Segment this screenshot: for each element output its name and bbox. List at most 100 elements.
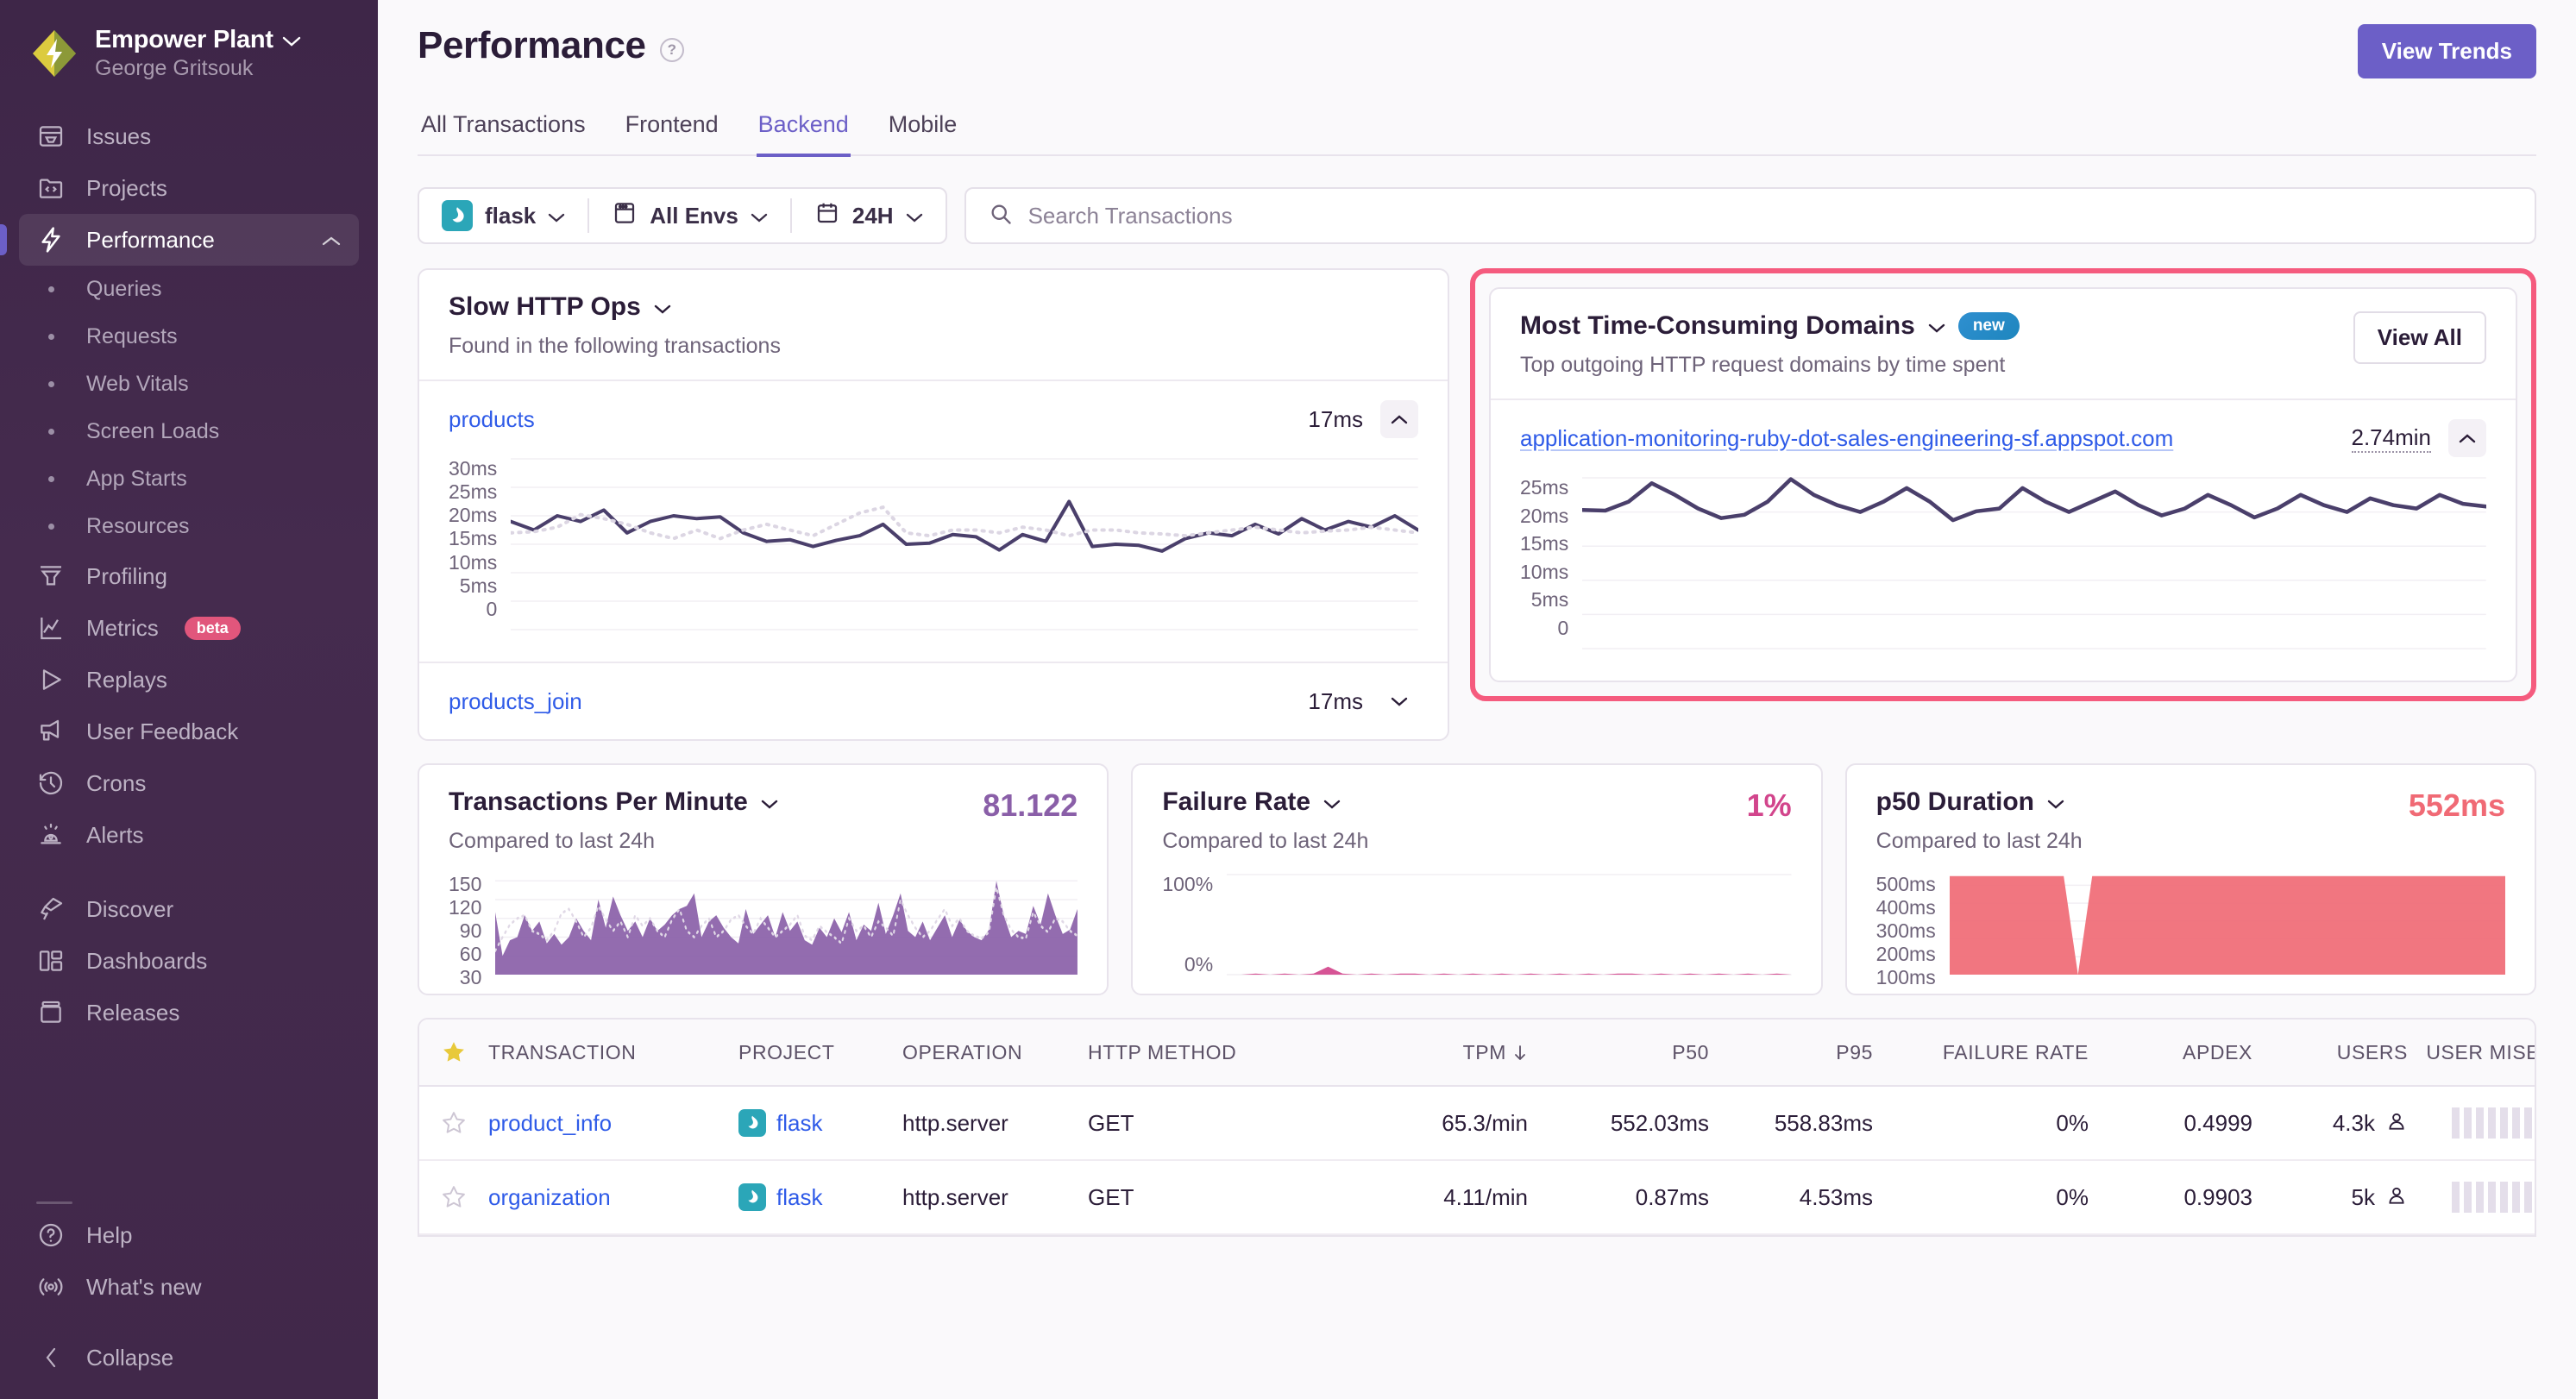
column-header-operation[interactable]: OPERATION <box>902 1041 1088 1064</box>
y-tick: 5ms <box>460 574 497 598</box>
operation-value: http.server <box>902 1184 1008 1210</box>
y-tick: 25ms <box>449 480 497 504</box>
p50-title[interactable]: p50 Duration <box>1876 787 2083 817</box>
y-tick: 150 <box>449 873 481 896</box>
transaction-link[interactable]: organization <box>488 1184 611 1210</box>
sidebar-item-whats-new[interactable]: What's new <box>19 1261 359 1313</box>
tpm-title[interactable]: Transactions Per Minute <box>449 787 779 817</box>
star-column-header[interactable] <box>419 1039 488 1065</box>
sidebar-item-issues[interactable]: Issues <box>19 110 359 162</box>
environment-filter[interactable]: All Envs <box>589 189 790 242</box>
search-input[interactable] <box>1028 203 2512 229</box>
bullet-icon <box>36 476 66 482</box>
domain-link[interactable]: application-monitoring-ruby-dot-sales-en… <box>1520 425 2173 452</box>
collapse-row-button[interactable] <box>2448 419 2486 457</box>
bullet-icon <box>36 381 66 387</box>
sidebar-item-alerts[interactable]: Alerts <box>19 809 359 861</box>
row-star-toggle[interactable] <box>419 1110 488 1136</box>
domains-card-title[interactable]: Most Time-Consuming Domains new <box>1520 311 2353 341</box>
calendar-icon <box>814 200 840 232</box>
sidebar-item-queries[interactable]: Queries <box>19 266 359 313</box>
sidebar-collapse-button[interactable]: Collapse <box>19 1332 359 1383</box>
sidebar-item-label: Metrics <box>86 615 159 642</box>
tab-frontend[interactable]: Frontend <box>624 106 720 157</box>
table-row[interactable]: product_info flask http.server GET 65.3/… <box>419 1087 2535 1161</box>
sidebar-nav: Issues Projects Performance Queries <box>0 110 378 1038</box>
sidebar-item-requests[interactable]: Requests <box>19 313 359 361</box>
card-title-text: Transactions Per Minute <box>449 787 748 817</box>
chevron-down-icon[interactable] <box>2046 787 2065 817</box>
sidebar-item-help[interactable]: Help <box>19 1209 359 1261</box>
project-filter[interactable]: flask <box>419 189 587 242</box>
card-title-text: Slow HTTP Ops <box>449 292 641 322</box>
project-cell[interactable]: flask <box>738 1183 902 1211</box>
row-star-toggle[interactable] <box>419 1184 488 1210</box>
chart-plot-area <box>511 457 1418 636</box>
column-header-apdex[interactable]: APDEX <box>2089 1041 2252 1064</box>
y-tick: 0% <box>1184 953 1213 976</box>
sidebar-item-user-feedback[interactable]: User Feedback <box>19 706 359 757</box>
slow-http-ops-title[interactable]: Slow HTTP Ops <box>449 292 1418 322</box>
transactions-per-minute-card: Transactions Per Minute Compared to last… <box>418 763 1109 995</box>
sidebar-item-releases[interactable]: Releases <box>19 987 359 1038</box>
transaction-link[interactable]: product_info <box>488 1110 612 1136</box>
chevron-up-icon[interactable] <box>321 227 342 254</box>
chevron-down-icon[interactable] <box>282 26 301 54</box>
sidebar-item-crons[interactable]: Crons <box>19 757 359 809</box>
tab-backend[interactable]: Backend <box>757 106 851 157</box>
p50-duration-card: p50 Duration Compared to last 24h 552ms … <box>1845 763 2536 995</box>
main-content: Performance ? View Trends All Transactio… <box>378 0 2576 1399</box>
sidebar-item-profiling[interactable]: Profiling <box>19 550 359 602</box>
chart-y-axis: 150 120 90 60 30 <box>449 873 495 976</box>
p50-subtitle: Compared to last 24h <box>1876 829 2083 854</box>
sidebar-item-label: Dashboards <box>86 948 207 975</box>
chevron-down-icon[interactable] <box>760 787 779 817</box>
tab-mobile[interactable]: Mobile <box>887 106 959 157</box>
chevron-down-icon[interactable] <box>1323 787 1341 817</box>
time-range-filter[interactable]: 24H <box>792 189 946 242</box>
column-header-p95[interactable]: P95 <box>1709 1041 1873 1064</box>
column-header-transaction[interactable]: TRANSACTION <box>488 1041 738 1064</box>
sidebar-item-discover[interactable]: Discover <box>19 883 359 935</box>
sidebar-item-app-starts[interactable]: App Starts <box>19 455 359 503</box>
table-row[interactable]: organization flask http.server GET 4.11/… <box>419 1161 2535 1235</box>
users-value: 5k <box>2352 1184 2375 1211</box>
sidebar-item-metrics[interactable]: Metrics beta <box>19 602 359 654</box>
column-header-p50[interactable]: P50 <box>1528 1041 1709 1064</box>
sidebar-item-projects[interactable]: Projects <box>19 162 359 214</box>
transaction-link[interactable]: products_join <box>449 688 582 715</box>
chart-plot-area <box>1582 476 2486 655</box>
sidebar-item-resources[interactable]: Resources <box>19 503 359 550</box>
sidebar-item-dashboards[interactable]: Dashboards <box>19 935 359 987</box>
failure-rate-title[interactable]: Failure Rate <box>1162 787 1368 817</box>
sidebar-item-web-vitals[interactable]: Web Vitals <box>19 361 359 408</box>
y-tick: 120 <box>449 896 481 919</box>
org-switcher[interactable]: Empower Plant George Gritsouk <box>0 22 378 81</box>
sidebar-item-replays[interactable]: Replays <box>19 654 359 706</box>
sidebar-item-screen-loads[interactable]: Screen Loads <box>19 408 359 455</box>
column-header-project[interactable]: PROJECT <box>738 1041 902 1064</box>
column-header-user-misery[interactable]: USER MISERY <box>2408 1041 2536 1064</box>
column-header-tpm[interactable]: TPM <box>1338 1041 1528 1064</box>
project-name: flask <box>776 1110 822 1137</box>
question-mark-icon[interactable]: ? <box>660 38 684 62</box>
transaction-duration: 17ms <box>1308 406 1363 433</box>
search-bar[interactable] <box>964 187 2536 244</box>
chevron-down-icon[interactable] <box>653 292 672 322</box>
chart-y-axis: 100% 0% <box>1162 873 1227 976</box>
column-header-http-method[interactable]: HTTP METHOD <box>1088 1041 1338 1064</box>
view-all-button[interactable]: View All <box>2353 311 2486 364</box>
column-header-users[interactable]: USERS <box>2252 1041 2408 1064</box>
tab-all-transactions[interactable]: All Transactions <box>419 106 587 157</box>
transaction-link[interactable]: products <box>449 406 535 433</box>
projects-icon <box>36 173 66 203</box>
column-header-failure-rate[interactable]: FAILURE RATE <box>1873 1041 2089 1064</box>
collapse-row-button[interactable] <box>1380 400 1418 438</box>
domain-duration: 2.74min <box>2352 424 2432 453</box>
project-cell[interactable]: flask <box>738 1109 902 1137</box>
chevron-down-icon[interactable] <box>1927 311 1946 341</box>
view-trends-button[interactable]: View Trends <box>2358 24 2536 78</box>
expand-row-button[interactable] <box>1380 682 1418 720</box>
sidebar-item-performance[interactable]: Performance <box>19 214 359 266</box>
filter-group: flask All Envs <box>418 187 947 244</box>
